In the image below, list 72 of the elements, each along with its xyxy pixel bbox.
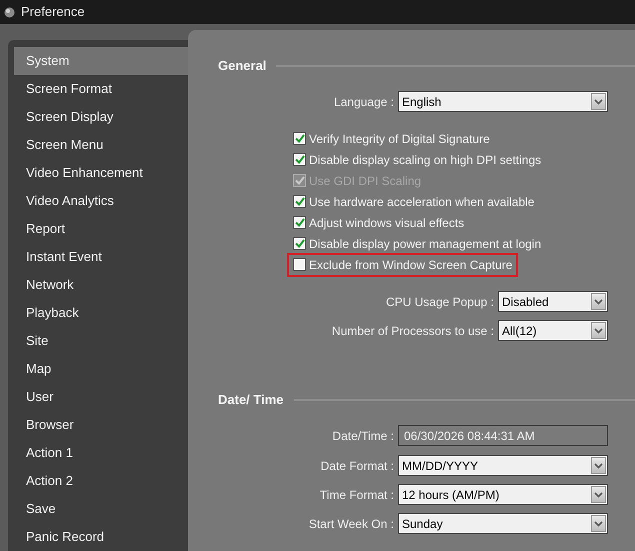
sidebar-item[interactable]: Screen Format [14,75,188,103]
chevron-down-icon [594,298,603,304]
dropdown-arrow-button[interactable] [591,486,606,503]
checkbox[interactable] [293,153,306,166]
dropdown-arrow-button[interactable] [591,457,606,474]
dropdown[interactable]: Sunday [398,513,608,534]
field-label: Language : [334,94,394,110]
sidebar-item[interactable]: Map [14,355,188,383]
sidebar-item[interactable]: Browser [14,411,188,439]
dropdown[interactable]: Disabled [498,291,608,312]
sidebar-item[interactable]: Video Analytics [14,187,188,215]
dropdown-value: 12 hours (AM/PM) [401,486,500,504]
globe-icon [4,6,15,18]
checkbox[interactable] [293,237,306,250]
sidebar-item[interactable]: Action 2 [14,467,188,495]
field-label: Start Week On : [308,516,394,532]
checkbox[interactable] [293,195,306,208]
chevron-down-icon [594,98,603,104]
dropdown[interactable]: 12 hours (AM/PM) [398,484,608,505]
chevron-down-icon [594,462,603,468]
dropdown[interactable]: All(12) [498,320,608,341]
checkbox-label: Disable display scaling on high DPI settings [309,152,542,168]
sidebar-item[interactable]: System [14,47,188,75]
chevron-down-icon [594,328,603,334]
sidebar-item[interactable]: Network [14,271,188,299]
dropdown[interactable]: MM/DD/YYYY [398,455,608,476]
chevron-down-icon [594,520,603,526]
checkmark-icon [294,197,304,206]
sidebar-item[interactable]: Report [14,215,188,243]
dropdown-arrow-button[interactable] [591,515,606,532]
sidebar-item[interactable]: Playback [14,299,188,327]
checkbox[interactable] [293,258,306,271]
sidebar-item[interactable]: Action 1 [14,439,188,467]
date-time-field[interactable]: 06/30/2026 08:44:31 AM [398,425,608,446]
checkbox-label: Use hardware acceleration when available [309,194,534,210]
section-title: General [218,57,266,76]
sidebar-item[interactable]: Panic Record [14,523,188,551]
sidebar-item[interactable]: Video Enhancement [14,159,188,187]
sidebar-item[interactable]: Site [14,327,188,355]
dropdown-arrow-button[interactable] [591,293,606,310]
dropdown-value: All(12) [501,322,537,340]
dropdown-value: Sunday [401,516,443,532]
dropdown-value: Disabled [501,294,549,310]
checkbox-label: Disable display power management at login [309,236,542,252]
field-label: Date/Time : [332,428,394,444]
dropdown[interactable]: English [398,91,608,112]
field-label: CPU Usage Popup : [386,294,494,310]
sidebar-item[interactable]: Screen Menu [14,131,188,159]
dropdown-value: English [401,94,442,110]
checkmark-icon [294,155,304,164]
checkbox-label: Verify Integrity of Digital Signature [309,130,490,148]
checkbox[interactable] [293,216,306,229]
checkmark-icon [294,218,304,227]
sidebar-item[interactable]: Instant Event [14,243,188,271]
sidebar-item[interactable]: Screen Display [14,103,188,131]
sidebar-item[interactable]: Save [14,495,188,523]
checkbox[interactable] [293,132,306,145]
dropdown-value: MM/DD/YYYY [401,458,478,474]
field-label: Time Format : [320,486,394,504]
section-title: Date/ Time [218,391,284,410]
checkmark-icon [294,176,304,185]
chevron-down-icon [594,492,603,498]
window-title: Preference [21,3,85,22]
checkmark-icon [294,134,304,143]
field-label: Date Format : [320,458,394,474]
checkbox-label: Adjust windows visual effects [309,214,464,232]
sidebar-item[interactable]: User [14,383,188,411]
dropdown-arrow-button[interactable] [591,93,606,110]
field-label: Number of Processors to use : [332,322,494,340]
checkmark-icon [294,239,304,248]
dropdown-arrow-button[interactable] [591,322,606,339]
checkbox-label: Exclude from Window Screen Capture [309,256,512,274]
